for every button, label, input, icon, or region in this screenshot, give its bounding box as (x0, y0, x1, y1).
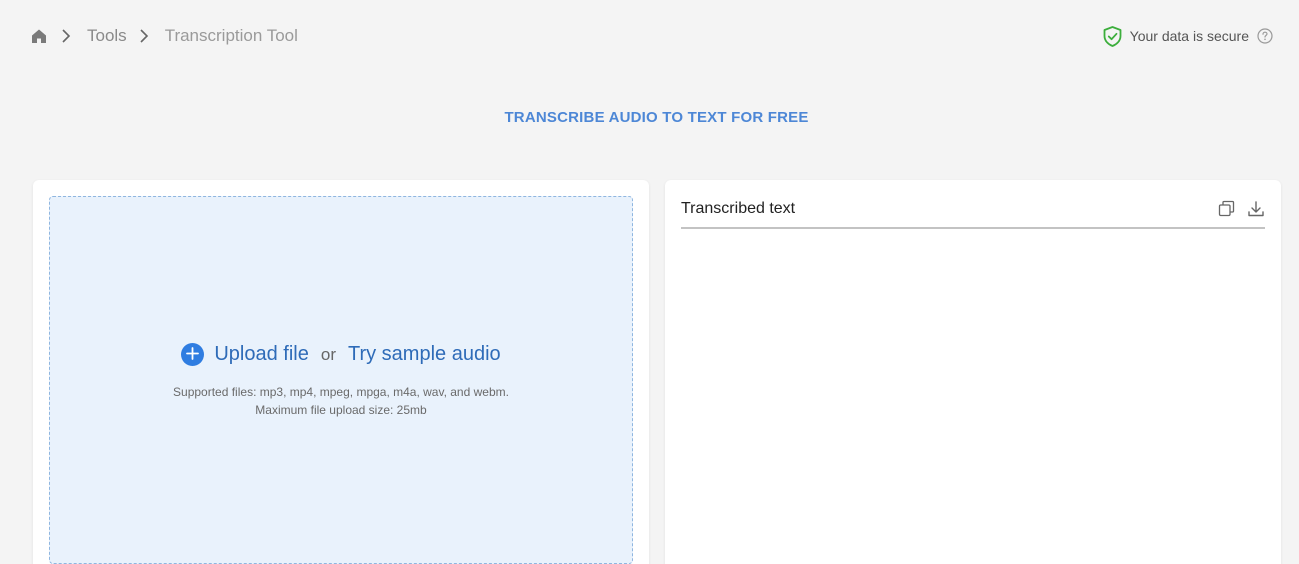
output-header: Transcribed text (681, 196, 1265, 229)
plus-icon (186, 343, 200, 366)
upload-options: Upload file or Try sample audio (50, 343, 632, 366)
help-icon[interactable] (1257, 28, 1273, 44)
upload-card: Upload file or Try sample audio Supporte… (33, 180, 649, 564)
download-icon[interactable] (1247, 200, 1265, 218)
max-size-text: Maximum file upload size: 25mb (255, 403, 427, 417)
output-actions (1217, 200, 1265, 218)
page: Tools Transcription Tool Your data is se… (0, 0, 1299, 564)
breadcrumb-item-tools[interactable]: Tools (87, 26, 127, 46)
try-sample-audio-link[interactable]: Try sample audio (348, 343, 501, 366)
breadcrumb-item-current: Transcription Tool (164, 26, 298, 45)
security-label: Your data is secure (1129, 28, 1249, 44)
transcription-card: Transcribed text (665, 180, 1281, 564)
home-icon[interactable] (31, 27, 49, 45)
upload-dropzone[interactable]: Upload file or Try sample audio Supporte… (49, 196, 633, 564)
output-title: Transcribed text (681, 199, 796, 217)
copy-icon[interactable] (1217, 200, 1235, 218)
transcribed-text-area[interactable] (681, 238, 1265, 558)
supported-files-text: Supported files: mp3, mp4, mpeg, mpga, m… (173, 385, 509, 399)
or-separator: or (320, 344, 336, 364)
chevron-right-icon (61, 29, 75, 43)
chevron-right-icon (139, 29, 153, 43)
upload-requirements: Supported files: mp3, mp4, mpeg, mpga, m… (50, 383, 632, 419)
add-file-button[interactable] (181, 343, 205, 366)
shield-check-icon (1103, 25, 1123, 47)
page-title: TRANSCRIBE AUDIO TO TEXT FOR FREE (504, 109, 809, 126)
upload-file-link[interactable]: Upload file (214, 343, 309, 366)
breadcrumb: Tools Transcription Tool (31, 24, 298, 48)
security-notice: Your data is secure (1103, 24, 1273, 48)
